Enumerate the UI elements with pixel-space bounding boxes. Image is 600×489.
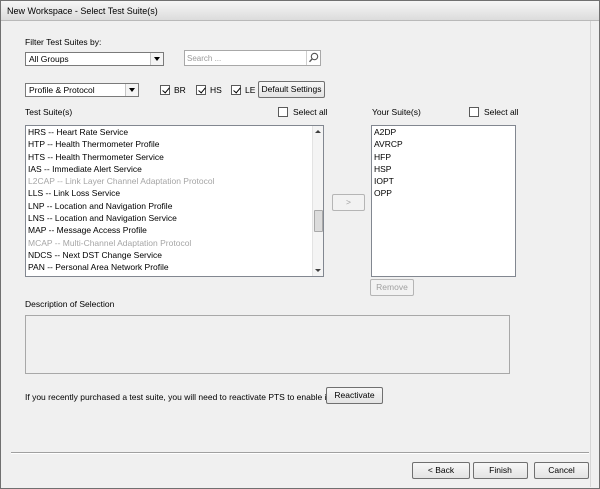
list-item[interactable]: AVRCP <box>372 138 515 150</box>
br-checkbox[interactable] <box>160 85 170 95</box>
default-settings-button[interactable]: Default Settings <box>258 81 325 98</box>
filter-label: Filter Test Suites by: <box>25 37 102 47</box>
list-item[interactable]: HTS -- Health Thermometer Service <box>26 151 323 163</box>
list-item[interactable]: L2CAP -- Link Layer Channel Adaptation P… <box>26 175 323 187</box>
search-field[interactable] <box>184 50 321 66</box>
group-filter-value: All Groups <box>29 54 69 64</box>
le-checkbox[interactable] <box>231 85 241 95</box>
cancel-button[interactable]: Cancel <box>534 462 589 479</box>
list-item[interactable]: HTP -- Health Thermometer Profile <box>26 138 323 150</box>
list-item[interactable]: LLS -- Link Loss Service <box>26 187 323 199</box>
description-header: Description of Selection <box>25 299 115 309</box>
dialog-window: New Workspace - Select Test Suite(s) Fil… <box>0 0 600 489</box>
list-item[interactable]: PAN -- Personal Area Network Profile <box>26 261 323 273</box>
test-suites-list[interactable]: HRS -- Heart Rate Service HTP -- Health T… <box>25 125 324 277</box>
magnifier-icon[interactable] <box>306 51 320 65</box>
list-item[interactable]: LNP -- Location and Navigation Profile <box>26 200 323 212</box>
hs-checkbox-label: HS <box>210 85 222 95</box>
list-item[interactable]: HSP <box>372 163 515 175</box>
list-item[interactable]: PASP -- Phone Alert Status Profile <box>26 274 323 276</box>
add-suite-button[interactable]: > <box>332 194 365 211</box>
test-suites-header: Test Suite(s) <box>25 107 73 117</box>
window-title: New Workspace - Select Test Suite(s) <box>7 6 158 16</box>
finish-button[interactable]: Finish <box>473 462 528 479</box>
your-suites-header: Your Suite(s) <box>372 107 421 117</box>
hs-checkbox[interactable] <box>196 85 206 95</box>
select-all-test-suites-checkbox[interactable] <box>278 107 288 117</box>
your-suites-list[interactable]: A2DP AVRCP HFP HSP IOPT OPP <box>371 125 516 277</box>
select-all-your-suites-label: Select all <box>484 107 519 117</box>
footer-divider <box>11 452 589 454</box>
scroll-up-icon[interactable] <box>315 130 321 133</box>
window-edge <box>590 21 591 487</box>
reactivate-message: If you recently purchased a test suite, … <box>25 392 332 402</box>
back-button[interactable]: < Back <box>412 462 470 479</box>
scroll-thumb[interactable] <box>314 210 323 232</box>
test-suites-items: HRS -- Heart Rate Service HTP -- Health T… <box>26 126 323 276</box>
br-checkbox-label: BR <box>174 85 186 95</box>
test-suites-scrollbar[interactable] <box>312 126 323 276</box>
le-checkbox-label: LE <box>245 85 256 95</box>
list-item[interactable]: MAP -- Message Access Profile <box>26 224 323 236</box>
your-suites-items: A2DP AVRCP HFP HSP IOPT OPP <box>372 126 515 200</box>
list-item[interactable]: IOPT <box>372 175 515 187</box>
list-item[interactable]: LNS -- Location and Navigation Service <box>26 212 323 224</box>
select-all-test-suites-label: Select all <box>293 107 328 117</box>
list-item[interactable]: HRS -- Heart Rate Service <box>26 126 323 138</box>
remove-button[interactable]: Remove <box>370 279 414 296</box>
chevron-down-icon[interactable] <box>150 53 163 65</box>
chevron-down-icon[interactable] <box>125 84 138 96</box>
list-item[interactable]: OPP <box>372 187 515 199</box>
list-item[interactable]: IAS -- Immediate Alert Service <box>26 163 323 175</box>
select-all-your-suites-checkbox[interactable] <box>469 107 479 117</box>
sort-by-value: Profile & Protocol <box>29 85 95 95</box>
list-item[interactable]: MCAP -- Multi-Channel Adaptation Protoco… <box>26 237 323 249</box>
list-item[interactable]: NDCS -- Next DST Change Service <box>26 249 323 261</box>
list-item[interactable]: HFP <box>372 151 515 163</box>
sort-by-select[interactable]: Profile & Protocol <box>25 83 139 97</box>
reactivate-button[interactable]: Reactivate <box>326 387 383 404</box>
title-bar: New Workspace - Select Test Suite(s) <box>1 1 599 21</box>
group-filter-select[interactable]: All Groups <box>25 52 164 66</box>
list-item[interactable]: A2DP <box>372 126 515 138</box>
description-box <box>25 315 510 374</box>
scroll-down-icon[interactable] <box>315 269 321 272</box>
search-input[interactable] <box>187 52 303 64</box>
